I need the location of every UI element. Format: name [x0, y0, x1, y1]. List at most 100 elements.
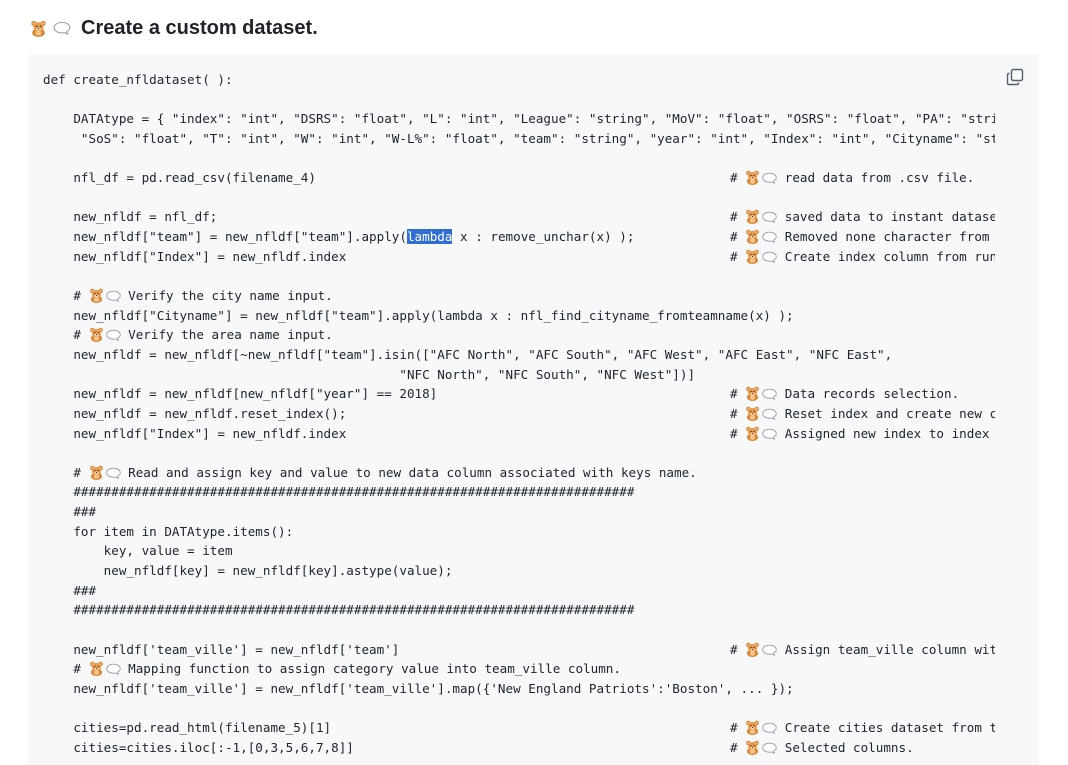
trailing-comment: # Assign team_ville column with [730, 640, 995, 660]
inline-comment-text: Verify the area name input. [128, 327, 333, 343]
teddy-bear-icon [89, 465, 104, 480]
code-content: def create_nfldataset( ): DATAtype = { "… [43, 70, 995, 757]
speech-bubble-icon [762, 172, 777, 184]
code-line: new_nfldf = new_nfldf[~new_nfldf["team"]… [43, 345, 995, 365]
comment-text: Create index column from runni [784, 248, 995, 264]
teddy-bear-icon [745, 386, 760, 401]
code-text: new_nfldf = new_nfldf[~new_nfldf["team"]… [43, 346, 893, 362]
inline-comment-text: Read and assign key and value to new dat… [128, 464, 697, 480]
code-line: new_nfldf = new_nfldf.reset_index(); # Re… [43, 404, 995, 424]
code-line: cities=cities.iloc[:-1,[0,3,5,6,7,8]] # S… [43, 738, 995, 758]
speech-bubble-icon [762, 722, 777, 734]
comment-text: Assigned new index to index co [784, 425, 995, 441]
code-text: new_nfldf[key] = new_nfldf[key].astype(v… [43, 563, 453, 579]
code-line: new_nfldf["Cityname"] = new_nfldf["team"… [43, 306, 995, 326]
code-line: new_nfldf[key] = new_nfldf[key].astype(v… [43, 561, 995, 581]
code-line: # Read and assign key and value to new d… [43, 463, 995, 483]
code-text: new_nfldf["team"] = new_nfldf["team"].ap… [43, 229, 407, 245]
code-line: new_nfldf['team_ville'] = new_nfldf['tea… [43, 640, 995, 660]
code-text: new_nfldf['team_ville'] = new_nfldf['tea… [43, 680, 794, 696]
speech-bubble-icon [762, 742, 777, 754]
code-text: cities=cities.iloc[:-1,[0,3,5,6,7,8]] [43, 739, 354, 755]
code-line: def create_nfldataset( ): [43, 70, 995, 90]
teddy-bear-icon [745, 209, 760, 224]
code-text: new_nfldf = new_nfldf[new_nfldf["year"] … [43, 386, 438, 402]
speech-bubble-icon [762, 644, 777, 656]
code-text: ### [43, 582, 97, 598]
code-line: "SoS": "float", "T": "int", "W": "int", … [43, 129, 995, 149]
speech-bubble-icon [762, 428, 777, 440]
code-text: "SoS": "float", "T": "int", "W": "int", … [43, 130, 995, 146]
code-block[interactable]: def create_nfldataset( ): DATAtype = { "… [28, 54, 1039, 765]
code-line: # Verify the city name input. [43, 286, 995, 306]
code-line: new_nfldf["Index"] = new_nfldf.index # Cr… [43, 247, 995, 267]
teddy-bear-icon [30, 20, 47, 37]
comment-text: Create cities dataset from tab [784, 720, 995, 736]
code-line: new_nfldf["team"] = new_nfldf["team"].ap… [43, 227, 995, 247]
teddy-bear-icon [745, 720, 760, 735]
code-line: new_nfldf['team_ville'] = new_nfldf['tea… [43, 679, 995, 699]
code-text: # [43, 288, 81, 304]
trailing-comment: # Create index column from runni [730, 247, 995, 267]
speech-bubble-icon [762, 388, 777, 400]
teddy-bear-icon [89, 661, 104, 676]
trailing-comment: # Selected columns. [730, 739, 914, 755]
code-line: ########################################… [43, 600, 995, 620]
code-line: key, value = item [43, 541, 995, 561]
teddy-bear-icon [745, 229, 760, 244]
speech-bubble-icon [106, 467, 121, 479]
code-text: ########################################… [43, 602, 635, 618]
speech-bubble-icon [106, 663, 121, 675]
teddy-bear-icon [745, 426, 760, 441]
comment-text: Selected columns. [784, 739, 914, 755]
code-line: new_nfldf["Index"] = new_nfldf.index # As… [43, 424, 995, 444]
trailing-comment: # saved data to instant dataset [730, 207, 995, 227]
code-text: DATAtype = { "index": "int", "DSRS": "fl… [43, 111, 995, 127]
comment-text: saved data to instant dataset [784, 209, 995, 225]
selected-text[interactable]: lambda [406, 229, 453, 245]
code-text: new_nfldf["Index"] = new_nfldf.index [43, 425, 347, 441]
teddy-bear-icon [89, 327, 104, 342]
code-text: new_nfldf = new_nfldf.reset_index(); [43, 405, 347, 421]
trailing-comment: # Data records selection. [730, 386, 960, 402]
inline-comment-text: Mapping function to assign category valu… [128, 661, 621, 677]
code-line: ### [43, 502, 995, 522]
code-text: cities=pd.read_html(filename_5)[1] [43, 720, 332, 736]
code-line: for item in DATAtype.items(): [43, 522, 995, 542]
speech-bubble-icon [762, 211, 777, 223]
code-text: ########################################… [43, 484, 635, 500]
copy-icon[interactable] [1005, 67, 1025, 87]
code-text: # [43, 661, 81, 677]
trailing-comment: # Assigned new index to index co [730, 424, 995, 444]
teddy-bear-icon [745, 170, 760, 185]
speech-bubble-icon [762, 231, 777, 243]
code-line: cities=pd.read_html(filename_5)[1] # Crea… [43, 718, 995, 738]
teddy-bear-icon [89, 288, 104, 303]
code-line: ########################################… [43, 482, 995, 502]
trailing-comment: # Create cities dataset from tab [730, 718, 995, 738]
comment-text: Data records selection. [784, 386, 960, 402]
code-line: DATAtype = { "index": "int", "DSRS": "fl… [43, 109, 995, 129]
code-text: new_nfldf["Cityname"] = new_nfldf["team"… [43, 307, 794, 323]
code-text: # [43, 464, 81, 480]
code-text: new_nfldf["Index"] = new_nfldf.index [43, 248, 347, 264]
code-text: for item in DATAtype.items(): [43, 523, 294, 539]
code-line: ### [43, 581, 995, 601]
code-text: "NFC North", "NFC South", "NFC West"])] [43, 366, 696, 382]
trailing-comment: # Reset index and create new col [730, 404, 995, 424]
page-title: Create a custom dataset. [81, 16, 318, 39]
code-line: new_nfldf = new_nfldf[new_nfldf["year"] … [43, 384, 995, 404]
code-line: # Verify the area name input. [43, 325, 995, 345]
trailing-comment: # read data from .csv file. [730, 170, 975, 186]
code-text: nfl_df = pd.read_csv(filename_4) [43, 170, 316, 186]
section-heading: Create a custom dataset. [30, 14, 318, 42]
speech-bubble-icon [106, 329, 121, 341]
code-text: x : remove_unchar(x) ); [452, 229, 635, 245]
comment-text: Assign team_ville column with [784, 641, 995, 657]
